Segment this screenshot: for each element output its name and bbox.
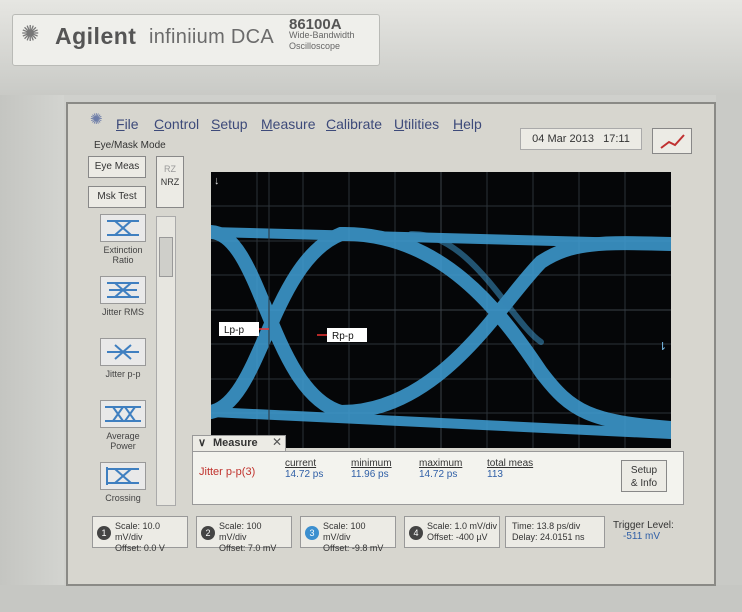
measure-header: minimum	[351, 458, 392, 469]
tool-label: Jitter p-p	[105, 369, 141, 379]
date-text: 04 Mar 2013	[532, 133, 594, 145]
trigger-level-button[interactable]: Trigger Level: -511 mV	[609, 516, 687, 548]
rz-nrz-selector[interactable]: RZ NRZ	[156, 156, 184, 208]
tool-jitter-pp[interactable]: Jitter p-p	[94, 338, 152, 396]
graph-icon	[660, 134, 685, 149]
extinction-ratio-icon	[100, 214, 146, 242]
measure-value: 11.96 ps	[351, 469, 389, 480]
crossing-percentage-icon	[100, 462, 146, 490]
tool-jitter-rms[interactable]: Jitter RMS	[94, 276, 152, 334]
toolbar-scrollbar[interactable]	[156, 216, 176, 506]
timebase-button[interactable]: Time: 13.8 ps/div Delay: 24.0151 ns	[505, 516, 605, 548]
timebase-arrow-icon: ↓	[214, 175, 220, 187]
brand-company: Agilent	[55, 23, 137, 49]
model-number: 86100A	[289, 16, 342, 33]
bezel-left	[0, 95, 64, 612]
setup-info-label-1: Setup	[630, 465, 658, 476]
scroll-thumb[interactable]	[159, 237, 173, 277]
timebase-scale: Time: 13.8 ps/div	[512, 521, 581, 531]
trigger-level-value: -511 mV	[623, 531, 661, 542]
tool-label: Crossing Percentage	[100, 493, 146, 504]
eye-diagram-svg: Lp-p Rp-p ↓ ⇂	[211, 172, 671, 448]
menu-control[interactable]: Control	[154, 116, 199, 132]
model-desc-1: Wide-Bandwidth	[289, 30, 355, 40]
menu-bar: ✺ File Control Setup Measure Calibrate U…	[68, 104, 714, 154]
eye-diagram-display[interactable]: Lp-p Rp-p ↓ ⇂	[211, 172, 671, 448]
jitter-pp-icon	[100, 338, 146, 366]
tool-extinction-ratio[interactable]: Extinction Ratio	[94, 214, 152, 272]
timebase-delay: Delay: 24.0151 ns	[512, 532, 585, 542]
bezel-right	[716, 95, 742, 612]
channel-1-badge: 1	[97, 526, 111, 540]
channel-1-offset: Offset: 0.0 V	[115, 543, 165, 553]
measure-panel: Jitter p-p(3) current 14.72 ps minimum 1…	[192, 451, 684, 505]
menu-calibrate[interactable]: Calibrate	[326, 116, 382, 132]
measure-tab-chevron-icon: ∨	[198, 437, 207, 449]
tool-average-power[interactable]: Average Power	[94, 400, 152, 458]
channel-3-button[interactable]: 3 Scale: 100 mV/div Offset: -9.8 mV	[300, 516, 396, 553]
brand-product: infiniium DCA	[149, 26, 275, 48]
channel-3-offset: Offset: -9.8 mV	[323, 543, 384, 553]
model-desc-2: Oscilloscope	[289, 41, 341, 51]
measure-col-total: total meas 113	[487, 458, 533, 480]
channel-3-scale: Scale: 100 mV/div	[323, 521, 366, 542]
measure-value: 14.72 ps	[285, 469, 324, 480]
channel-2-scale: Scale: 100 mV/div	[219, 521, 262, 542]
measure-value: 14.72 ps	[419, 469, 458, 480]
rz-option[interactable]: RZ	[157, 163, 183, 176]
channel-2-button[interactable]: 2 Scale: 100 mV/div Offset: 7.0 mV	[196, 516, 292, 553]
measure-tab-label: Measure	[213, 437, 258, 449]
trigger-level-label: Trigger Level:	[613, 520, 674, 531]
tool-crossing-percentage[interactable]: Crossing Percentage	[94, 462, 152, 504]
measure-col-current: current 14.72 ps	[285, 458, 323, 480]
agilent-spark-logo-icon: ✺	[21, 21, 40, 46]
trigger-level-arrow-icon: ⇂	[658, 341, 667, 353]
measure-col-maximum: maximum 14.72 ps	[419, 458, 462, 480]
channel-4-offset: Offset: -400 µV	[427, 532, 488, 542]
average-power-icon	[100, 400, 146, 428]
channel-4-scale: Scale: 1.0 mV/div	[427, 521, 498, 531]
bezel-bottom	[0, 585, 742, 612]
graph-toggle-button[interactable]	[652, 128, 692, 154]
measure-header: maximum	[419, 458, 463, 469]
scope-screen: ✺ File Control Setup Measure Calibrate U…	[66, 102, 716, 586]
jitter-rms-icon	[100, 276, 146, 304]
rpp-marker-label: Rp-p	[332, 331, 354, 342]
model-box: 86100A Wide-Bandwidth Oscilloscope	[289, 16, 355, 52]
eye-meas-button[interactable]: Eye Meas	[88, 156, 146, 178]
menu-setup[interactable]: Setup	[211, 116, 248, 132]
measurement-toolbar: Extinction Ratio Jitter RMS Jitter p-p A…	[88, 212, 152, 504]
channel-1-scale: Scale: 10.0 mV/div	[115, 521, 161, 542]
agilent-spark-icon: ✺	[90, 111, 103, 128]
lpp-marker-label: Lp-p	[224, 325, 244, 336]
channel-2-offset: Offset: 7.0 mV	[219, 543, 277, 553]
instrument-bezel: ✺ Agilent infiniium DCA 86100A Wide-Band…	[0, 0, 742, 95]
measure-close-icon[interactable]: ✕	[272, 435, 282, 449]
menu-help[interactable]: Help	[453, 116, 482, 132]
measure-header: current	[285, 458, 317, 469]
channel-4-button[interactable]: 4 Scale: 1.0 mV/div Offset: -400 µV	[404, 516, 500, 548]
channel-2-badge: 2	[201, 526, 215, 540]
channel-4-badge: 4	[409, 526, 423, 540]
tool-label: Jitter RMS	[101, 307, 144, 317]
channel-3-badge: 3	[305, 526, 319, 540]
time-text: 17:11	[603, 133, 630, 145]
tool-label: Extinction Ratio	[103, 245, 143, 265]
msk-test-button[interactable]: Msk Test	[88, 186, 146, 208]
date-time-display: 04 Mar 2013 17:11	[520, 128, 642, 150]
setup-info-label-2: & Info	[630, 478, 658, 489]
brand-plate: ✺ Agilent infiniium DCA 86100A Wide-Band…	[12, 14, 380, 66]
channel-1-button[interactable]: 1 Scale: 10.0 mV/div Offset: 0.0 V	[92, 516, 188, 553]
tool-label: Average Power	[106, 431, 140, 451]
setup-info-button[interactable]: Setup & Info	[621, 460, 667, 492]
menu-file[interactable]: File	[116, 116, 139, 132]
menu-utilities[interactable]: Utilities	[394, 116, 439, 132]
measure-value: 113	[487, 469, 503, 480]
measure-col-minimum: minimum 11.96 ps	[351, 458, 392, 480]
menu-measure[interactable]: Measure	[261, 116, 315, 132]
measurement-name[interactable]: Jitter p-p(3)	[199, 466, 255, 478]
measure-header: total meas	[487, 458, 534, 469]
mode-label: Eye/Mask Mode	[94, 140, 166, 151]
nrz-option[interactable]: NRZ	[157, 176, 183, 189]
